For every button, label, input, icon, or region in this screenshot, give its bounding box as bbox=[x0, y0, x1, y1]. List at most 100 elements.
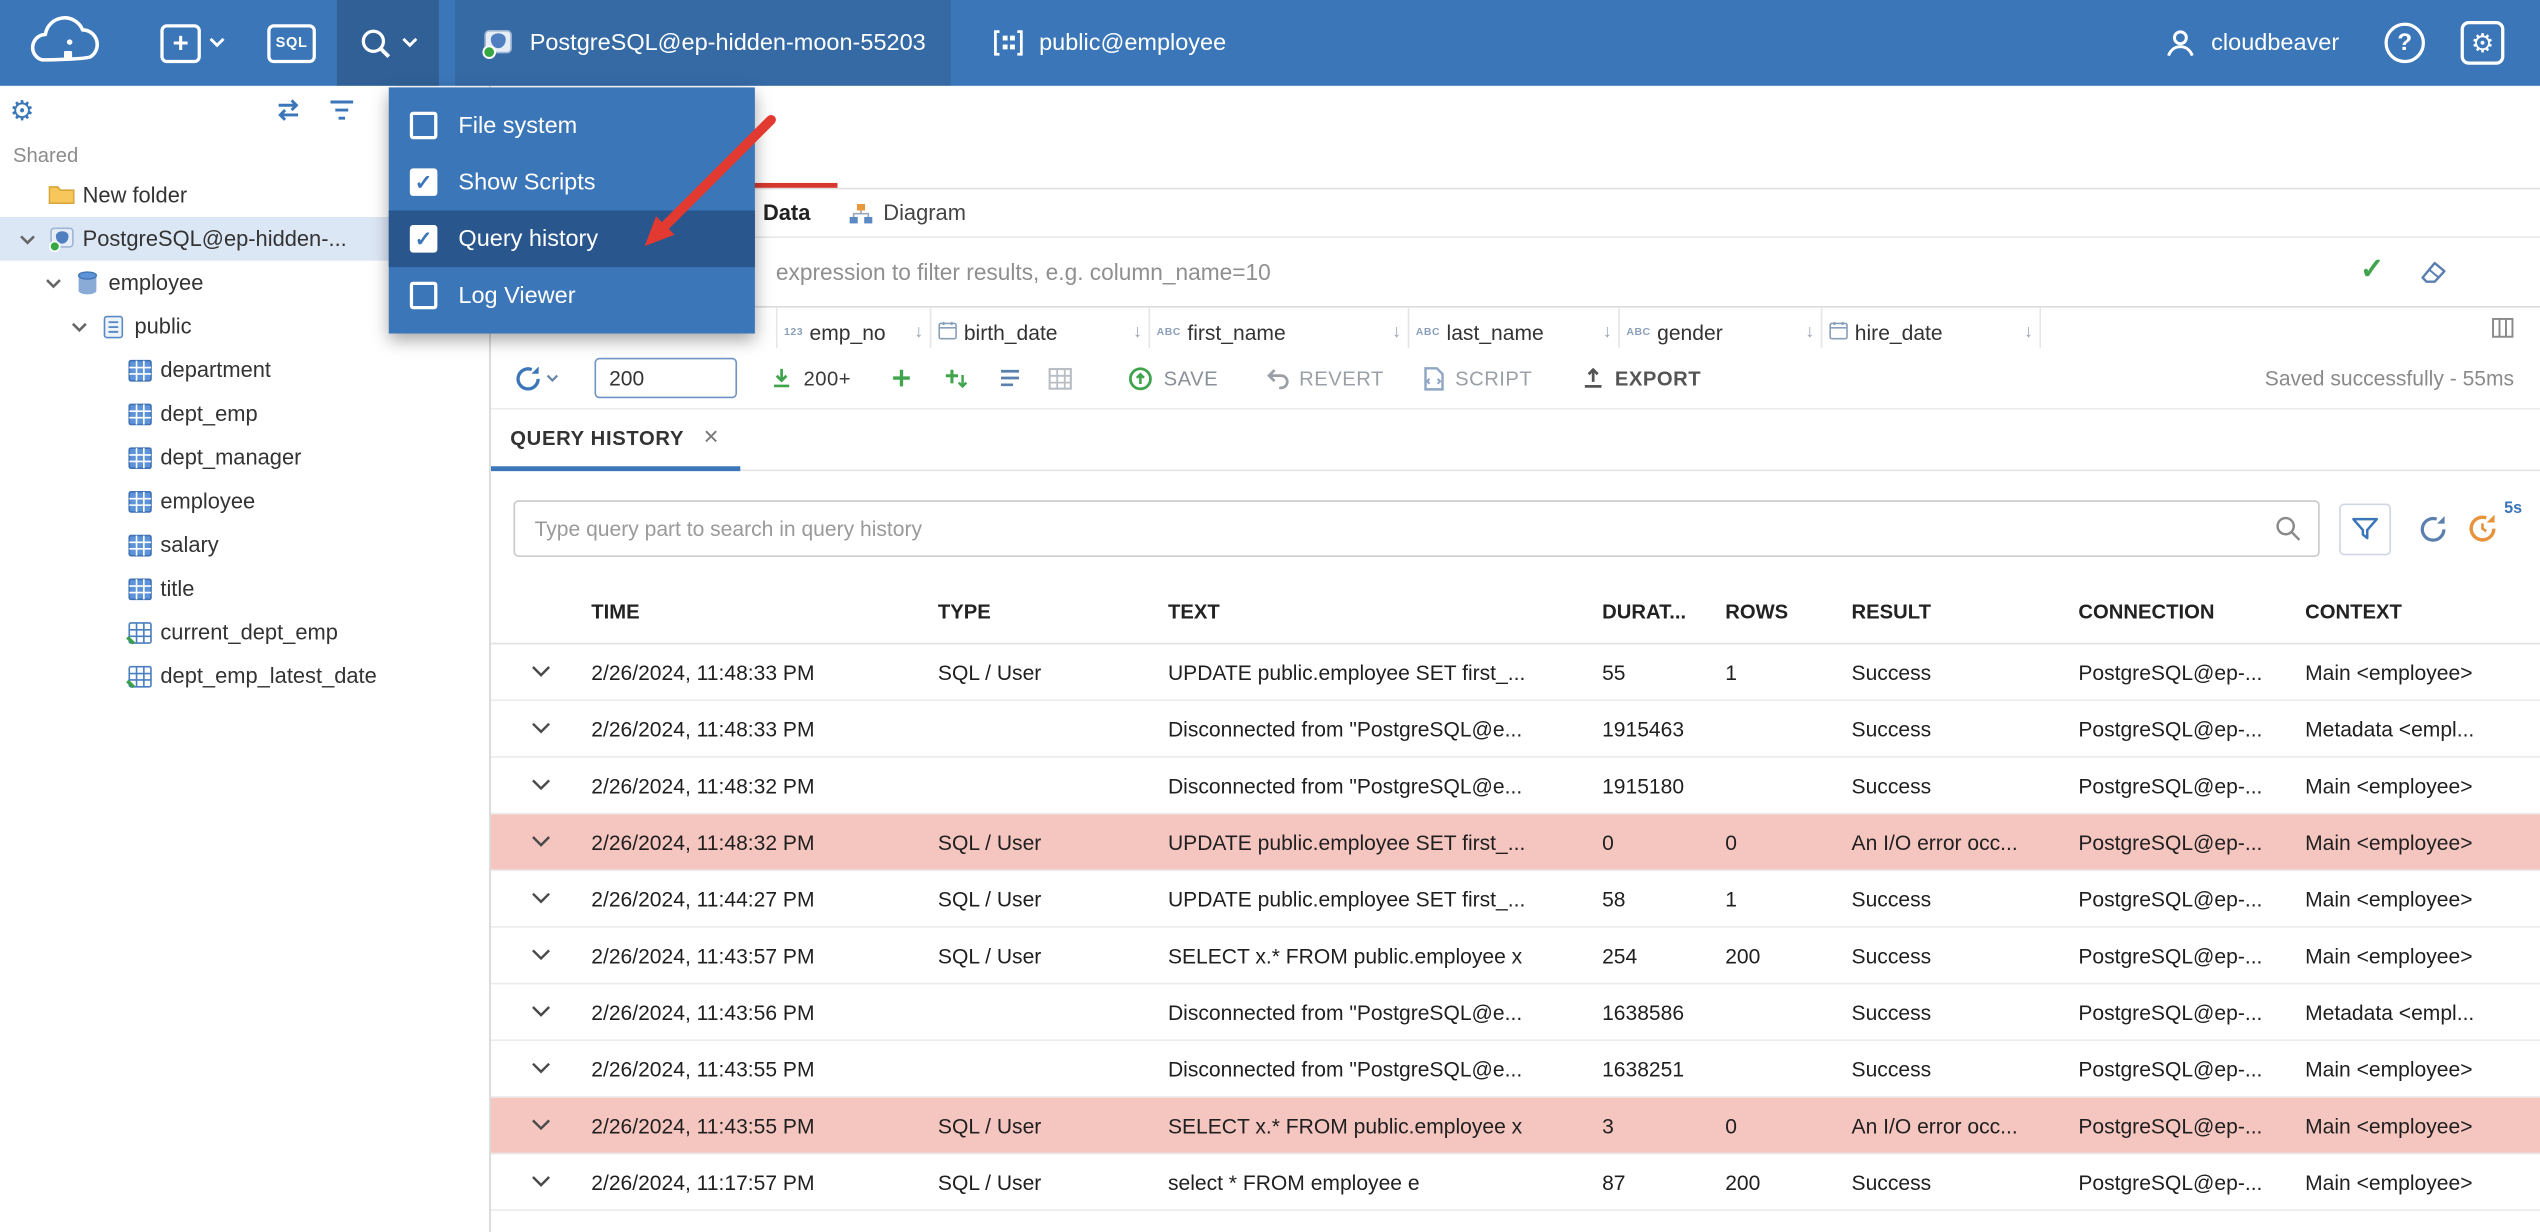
query-history-row[interactable]: 2/26/2024, 11:43:55 PM SQL / User SELECT x… bbox=[490, 1097, 2540, 1155]
tools-menu-item-file-system[interactable]: File system bbox=[389, 97, 755, 154]
query-history-row[interactable]: 2/26/2024, 11:48:33 PM SQL / User UPDATE p… bbox=[490, 644, 2540, 702]
tree-item-dept-emp-latest-date[interactable]: dept_emp_latest_date bbox=[0, 654, 489, 698]
row-expander-icon[interactable] bbox=[491, 720, 582, 736]
checkbox-checked-icon[interactable]: ✓ bbox=[409, 168, 438, 196]
row-expander-icon[interactable] bbox=[491, 890, 582, 906]
duplicate-row-button[interactable] bbox=[943, 366, 969, 390]
checkbox-checked-icon[interactable]: ✓ bbox=[409, 225, 438, 253]
tree-item-employee[interactable]: employee bbox=[0, 479, 489, 523]
tree-item-dept-emp[interactable]: dept_emp bbox=[0, 392, 489, 436]
revert-button[interactable]: REVERT bbox=[1263, 366, 1383, 390]
script-button[interactable]: SCRIPT bbox=[1423, 365, 1533, 391]
column-header-result[interactable]: RESULT bbox=[1842, 600, 2069, 623]
help-button[interactable]: ? bbox=[2384, 22, 2425, 64]
clear-filter-eraser-icon[interactable] bbox=[2419, 256, 2450, 284]
column-header-time[interactable]: TIME bbox=[582, 600, 929, 623]
tools-menu-item-query-history[interactable]: ✓ Query history bbox=[388, 210, 755, 268]
cloudbeaver-logo-icon[interactable] bbox=[0, 0, 139, 86]
tree-item-dept-manager[interactable]: dept_manager bbox=[0, 436, 489, 480]
tree-expander-icon[interactable] bbox=[62, 320, 98, 333]
tree-item-current-dept-emp[interactable]: current_dept_emp bbox=[0, 610, 489, 654]
settings-button[interactable]: ⚙ bbox=[2460, 21, 2505, 65]
tab-query-history[interactable]: QUERY HISTORY × bbox=[490, 410, 741, 472]
tree-expander-icon[interactable] bbox=[36, 276, 72, 289]
grid-column-header-first-name[interactable]: ABC first_name ↓ bbox=[1150, 307, 1410, 349]
tab-diagram[interactable]: Diagram bbox=[833, 189, 982, 236]
user-menu-button[interactable]: cloudbeaver bbox=[2153, 23, 2349, 62]
grid-options-button[interactable] bbox=[1049, 367, 1073, 390]
cell-duration: 55 bbox=[1602, 659, 1626, 685]
row-expander-icon[interactable] bbox=[491, 1004, 582, 1020]
query-history-row[interactable]: 2/26/2024, 11:43:57 PM SQL / User SELECT x… bbox=[490, 928, 2540, 985]
query-history-row[interactable]: 2/26/2024, 11:43:56 PM Disconnected from … bbox=[490, 984, 2540, 1042]
tools-menu-item-log-viewer[interactable]: Log Viewer bbox=[389, 267, 755, 324]
sort-descending-icon[interactable]: ↓ bbox=[2024, 322, 2033, 341]
sort-descending-icon[interactable]: ↓ bbox=[1392, 322, 1401, 341]
query-history-row[interactable]: 2/26/2024, 11:43:55 PM Disconnected from … bbox=[490, 1041, 2540, 1098]
close-icon[interactable]: × bbox=[704, 424, 719, 451]
add-row-button[interactable] bbox=[890, 366, 914, 390]
sort-descending-icon[interactable]: ↓ bbox=[1133, 322, 1142, 341]
query-history-row[interactable]: 2/26/2024, 11:48:33 PM Disconnected from … bbox=[490, 701, 2540, 758]
grid-column-header-emp-no[interactable]: 123 emp_no ↓ bbox=[778, 307, 932, 349]
query-history-panel: QUERY HISTORY × Type query part to searc… bbox=[490, 410, 2540, 1232]
collapse-all-icon[interactable] bbox=[327, 97, 356, 123]
grid-column-header-hire-date[interactable]: hire_date ↓ bbox=[1822, 307, 2042, 349]
column-header-text[interactable]: TEXT bbox=[1158, 600, 1592, 623]
filter-input[interactable] bbox=[490, 237, 2540, 306]
sync-connection-icon[interactable] bbox=[272, 97, 304, 123]
export-button[interactable]: EXPORT bbox=[1581, 366, 1701, 390]
query-history-search-input[interactable] bbox=[515, 501, 2319, 556]
sql-editor-button[interactable]: SQL bbox=[246, 0, 337, 86]
column-header-type[interactable]: TYPE bbox=[928, 600, 1158, 623]
column-header-durat[interactable]: DURAT... bbox=[1592, 600, 1715, 623]
auto-refresh-button[interactable]: 5s bbox=[2465, 500, 2522, 546]
navigator-settings-gear-icon[interactable]: ⚙ bbox=[10, 97, 35, 125]
tree-item-salary[interactable]: salary bbox=[0, 523, 489, 567]
query-history-row[interactable]: 2/26/2024, 11:17:57 PM SQL / User select *… bbox=[490, 1154, 2540, 1212]
tree-item-title[interactable]: title bbox=[0, 567, 489, 611]
row-expander-icon[interactable] bbox=[491, 664, 582, 680]
apply-filter-check-icon[interactable]: ✓ bbox=[2360, 253, 2384, 287]
fetch-size-input[interactable] bbox=[594, 357, 738, 399]
tree-item-department[interactable]: department bbox=[0, 348, 489, 392]
tab-data[interactable]: Data bbox=[747, 189, 827, 236]
connection-selector[interactable]: PostgreSQL@ep-hidden-moon-55203 bbox=[455, 0, 952, 86]
tree-expander-icon[interactable] bbox=[10, 232, 46, 245]
cell-rows: 200 bbox=[1725, 943, 1761, 968]
row-expander-icon[interactable] bbox=[491, 947, 582, 963]
query-history-row[interactable]: 2/26/2024, 11:44:27 PM SQL / User UPDATE p… bbox=[490, 871, 2540, 928]
row-expander-icon[interactable] bbox=[491, 1174, 582, 1190]
column-header-context[interactable]: CONTEXT bbox=[2295, 600, 2540, 623]
row-expander-icon[interactable] bbox=[491, 834, 582, 850]
column-header-connection[interactable]: CONNECTION bbox=[2069, 600, 2296, 623]
tools-menu-item-show-scripts[interactable]: ✓ Show Scripts bbox=[389, 154, 755, 211]
grid-column-header-last-name[interactable]: ABC last_name ↓ bbox=[1409, 307, 1620, 349]
row-expander-icon[interactable] bbox=[491, 1060, 582, 1076]
new-connection-button[interactable]: + bbox=[139, 0, 246, 86]
grid-column-header-gender[interactable]: ABC gender ↓ bbox=[1620, 307, 1823, 349]
checkbox-unchecked-icon[interactable] bbox=[409, 281, 438, 310]
delete-row-button[interactable] bbox=[998, 368, 1022, 389]
sort-descending-icon[interactable]: ↓ bbox=[914, 322, 923, 341]
sort-descending-icon[interactable]: ↓ bbox=[1603, 322, 1612, 341]
column-menu-icon[interactable] bbox=[2491, 317, 2514, 346]
table-icon bbox=[123, 577, 155, 600]
sort-descending-icon[interactable]: ↓ bbox=[1805, 322, 1814, 341]
tools-menu-button[interactable] bbox=[336, 0, 439, 86]
row-expander-icon[interactable] bbox=[491, 1117, 582, 1133]
fetch-more-button[interactable]: 200+ bbox=[769, 366, 851, 390]
column-header-rows[interactable]: ROWS bbox=[1715, 600, 1841, 623]
refresh-history-button[interactable] bbox=[2417, 512, 2449, 544]
schema-selector[interactable]: public@employee bbox=[968, 0, 1252, 86]
save-button[interactable]: SAVE bbox=[1128, 365, 1218, 391]
cell-rows: 200 bbox=[1725, 1169, 1761, 1195]
refresh-results-button[interactable] bbox=[514, 363, 559, 392]
query-history-row[interactable]: 2/26/2024, 11:48:32 PM Disconnected from … bbox=[490, 758, 2540, 815]
filter-history-button[interactable] bbox=[2339, 502, 2391, 555]
cell-time: 2/26/2024, 11:43:57 PM bbox=[591, 943, 815, 968]
grid-column-header-birth-date[interactable]: birth_date ↓ bbox=[931, 307, 1151, 349]
row-expander-icon[interactable] bbox=[491, 777, 582, 793]
checkbox-unchecked-icon[interactable] bbox=[409, 111, 438, 140]
query-history-row[interactable]: 2/26/2024, 11:48:32 PM SQL / User UPDATE p… bbox=[490, 814, 2540, 872]
